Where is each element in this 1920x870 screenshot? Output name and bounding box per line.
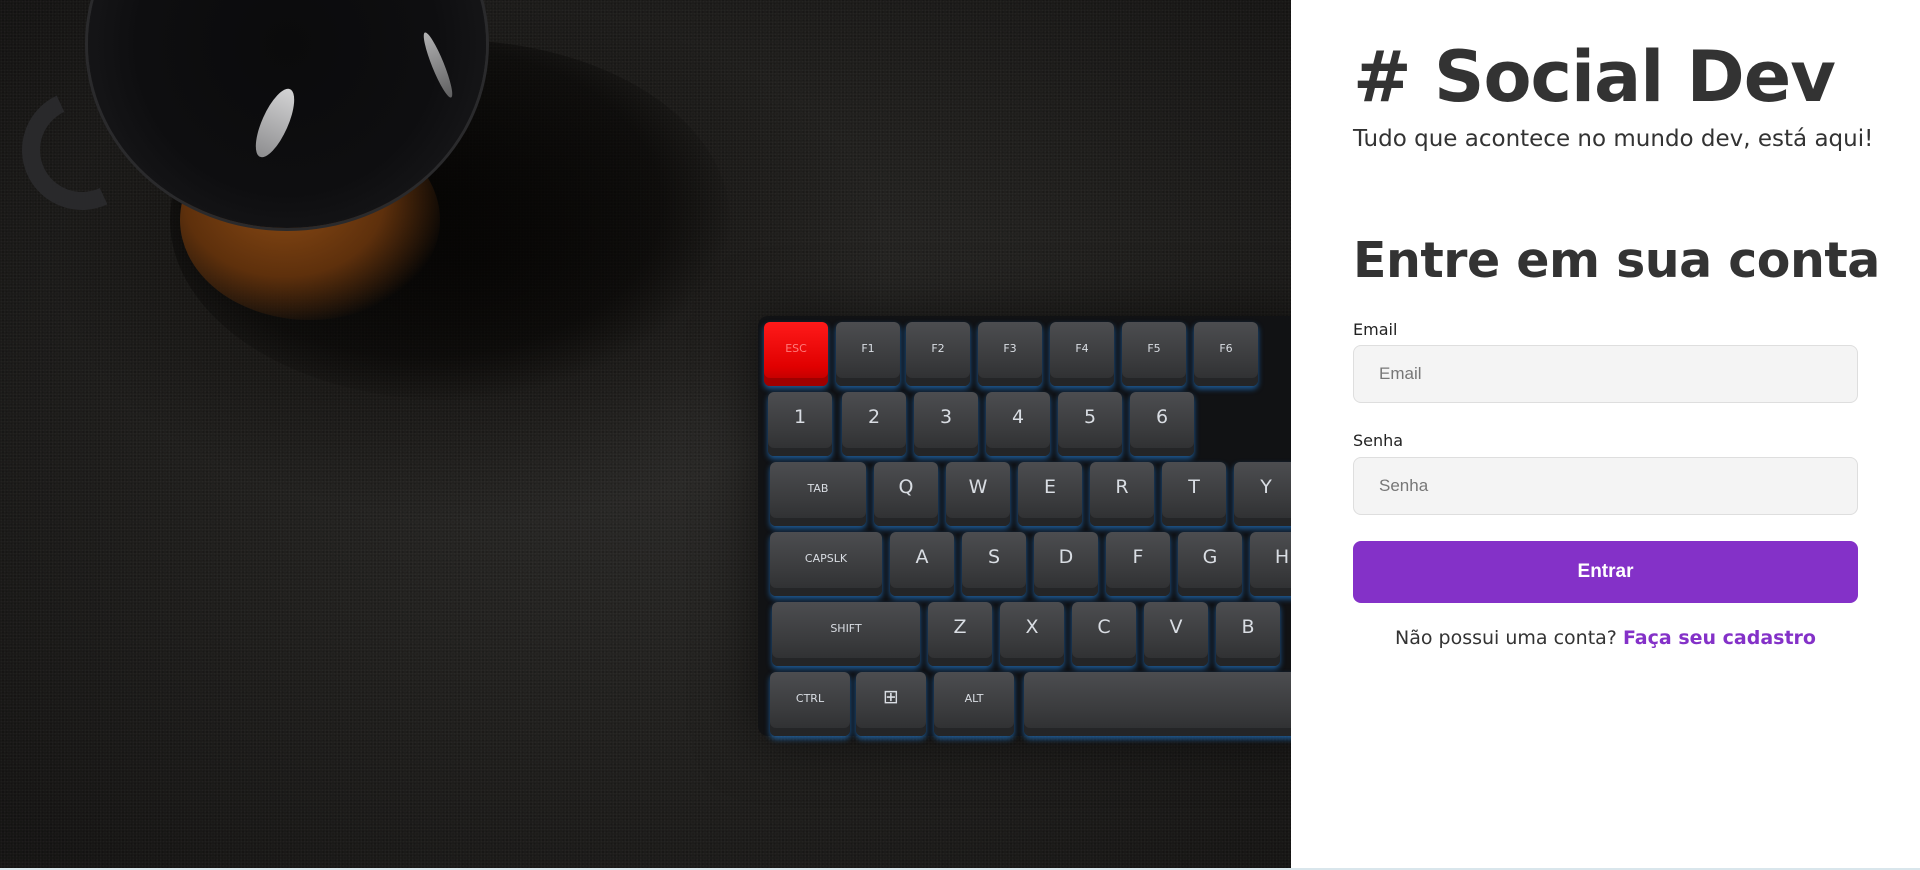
keyboard-key: 3 bbox=[914, 392, 978, 456]
login-heading: Entre em sua conta bbox=[1353, 232, 1880, 289]
keyboard-key: X bbox=[1000, 602, 1064, 666]
keyboard-key: ⊞ bbox=[856, 672, 926, 736]
keyboard-key: S bbox=[962, 532, 1026, 596]
keyboard-key: CAPSLK bbox=[770, 532, 882, 596]
signup-link[interactable]: Faça seu cadastro bbox=[1623, 627, 1816, 649]
keyboard-key: Q bbox=[874, 462, 938, 526]
keyboard: ESC F1 F2 F3 F4 F5 F6 1 2 3 4 5 6 TAB Q W E R T Y CAPSLK A S D F… bbox=[758, 316, 1291, 736]
password-field[interactable] bbox=[1353, 457, 1858, 515]
keyboard-key: F4 bbox=[1050, 322, 1114, 386]
keyboard-key: R bbox=[1090, 462, 1154, 526]
keyboard-key: H bbox=[1250, 532, 1291, 596]
keyboard-key: W bbox=[946, 462, 1010, 526]
keyboard-key: CTRL bbox=[770, 672, 850, 736]
password-label: Senha bbox=[1353, 431, 1404, 450]
keyboard-key: F3 bbox=[978, 322, 1042, 386]
keyboard-key: SHIFT bbox=[772, 602, 920, 666]
keyboard-key: 5 bbox=[1058, 392, 1122, 456]
keyboard-key: ESC bbox=[764, 322, 828, 386]
brand-title: # Social Dev bbox=[1353, 36, 1836, 118]
signup-prompt: Não possui uma conta? Faça seu cadastro bbox=[1353, 627, 1858, 649]
keyboard-key: D bbox=[1034, 532, 1098, 596]
keyboard-key: Y bbox=[1234, 462, 1291, 526]
keyboard-key: F1 bbox=[836, 322, 900, 386]
keyboard-key: F bbox=[1106, 532, 1170, 596]
keyboard-key: F6 bbox=[1194, 322, 1258, 386]
keyboard-key: Z bbox=[928, 602, 992, 666]
brand-tagline: Tudo que acontece no mundo dev, está aqu… bbox=[1353, 126, 1874, 152]
keyboard-key bbox=[1024, 672, 1291, 736]
login-button[interactable]: Entrar bbox=[1353, 541, 1858, 603]
signup-prompt-text: Não possui uma conta? bbox=[1395, 627, 1617, 649]
keyboard-key: T bbox=[1162, 462, 1226, 526]
keyboard-key: V bbox=[1144, 602, 1208, 666]
keyboard-key: B bbox=[1216, 602, 1280, 666]
keyboard-key: G bbox=[1178, 532, 1242, 596]
hero-image: ESC F1 F2 F3 F4 F5 F6 1 2 3 4 5 6 TAB Q W E R T Y CAPSLK A S D F… bbox=[0, 0, 1291, 868]
keyboard-key: TAB bbox=[770, 462, 866, 526]
email-field[interactable] bbox=[1353, 345, 1858, 403]
keyboard-key: E bbox=[1018, 462, 1082, 526]
keyboard-key: F2 bbox=[906, 322, 970, 386]
keyboard-key: F5 bbox=[1122, 322, 1186, 386]
keyboard-key: C bbox=[1072, 602, 1136, 666]
keyboard-key: ALT bbox=[934, 672, 1014, 736]
keyboard-key: 6 bbox=[1130, 392, 1194, 456]
login-panel: # Social Dev Tudo que acontece no mundo … bbox=[1291, 0, 1920, 868]
keyboard-key: 1 bbox=[768, 392, 832, 456]
email-label: Email bbox=[1353, 320, 1398, 339]
keyboard-key: 2 bbox=[842, 392, 906, 456]
keyboard-key: A bbox=[890, 532, 954, 596]
keyboard-key: 4 bbox=[986, 392, 1050, 456]
